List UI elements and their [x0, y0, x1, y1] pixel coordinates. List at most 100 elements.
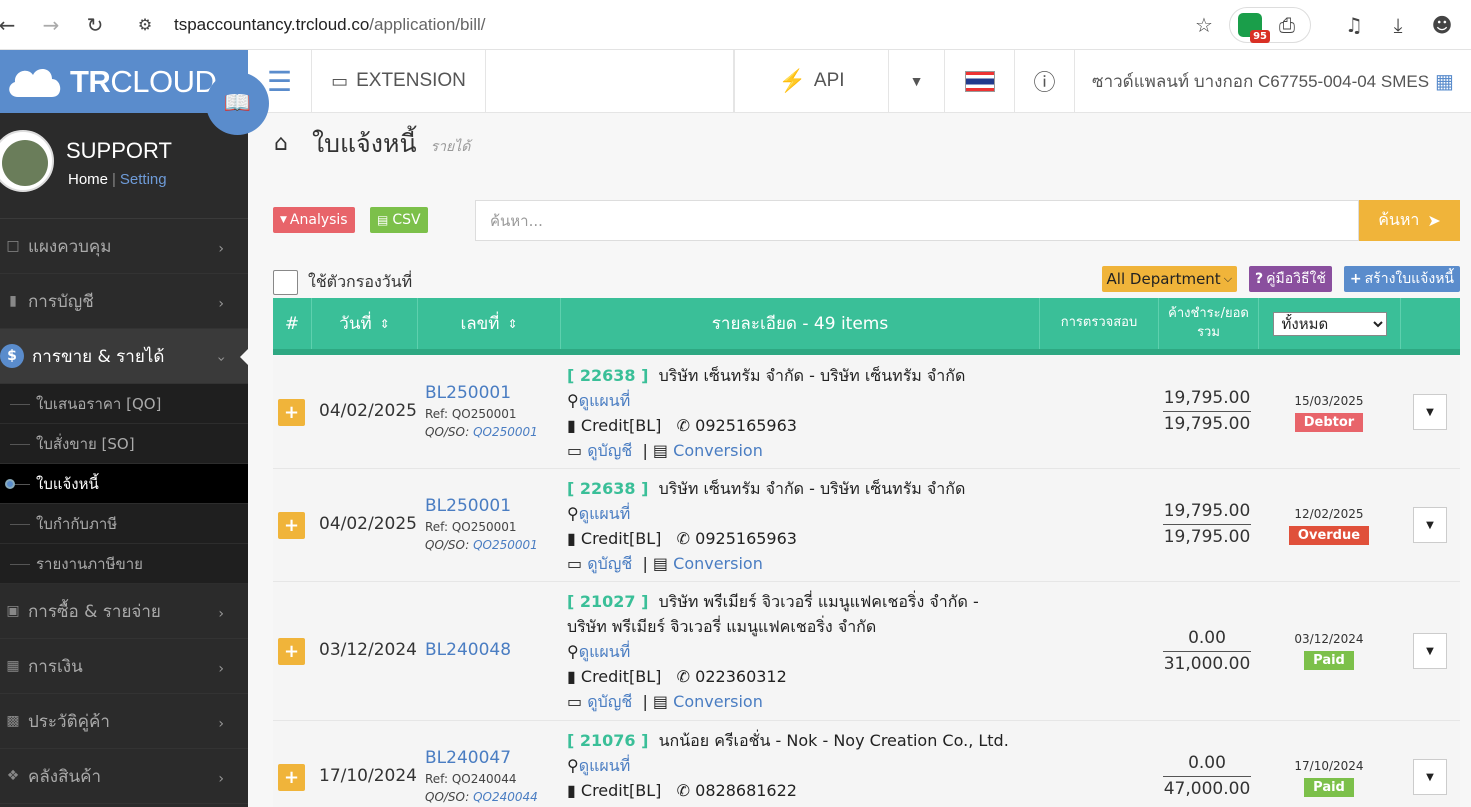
setting-link[interactable]: Setting: [120, 171, 167, 188]
status-filter-select[interactable]: ทั้งหมด: [1272, 311, 1387, 336]
col-num: #: [273, 298, 312, 349]
row-detail: [ 21027 ] บริษัท พรีเมียร์ จิวเวอรี่ แมน…: [567, 592, 979, 711]
department-dropdown[interactable]: All Department ⌵: [1101, 266, 1238, 292]
chevron-down-icon: ⌵: [1223, 272, 1233, 285]
sort-icon: ⇕: [507, 316, 518, 331]
row-ref: Ref: QO250001: [425, 407, 517, 421]
account-link[interactable]: ดูบัญชี: [587, 441, 632, 460]
account-link[interactable]: ดูบัญชี: [587, 554, 632, 573]
row-action-dropdown[interactable]: ▼: [1413, 759, 1447, 795]
book-icon: ▮: [567, 416, 576, 435]
expand-row-button[interactable]: +: [278, 512, 305, 539]
csv-button[interactable]: ▤ CSV: [370, 207, 428, 233]
expand-row-button[interactable]: +: [278, 399, 305, 426]
puzzle-icon[interactable]: ⎙: [1272, 10, 1302, 40]
row-docno[interactable]: BL250001: [425, 496, 511, 516]
submenu-sales-tax-report[interactable]: รายงานภาษีขาย: [0, 544, 248, 584]
menu-accounting[interactable]: ▮ การบัญชี ›: [0, 274, 248, 329]
map-link[interactable]: ดูแผนที่: [579, 756, 631, 775]
home-link[interactable]: Home: [68, 171, 108, 188]
page-header: ⌂ ใบแจ้งหนี้ รายได้: [248, 113, 1471, 174]
qoso-link[interactable]: QO240044: [473, 790, 538, 804]
credit-text: Credit[BL]: [580, 667, 662, 686]
date-filter-checkbox[interactable]: [273, 270, 298, 295]
back-icon[interactable]: ←: [0, 10, 22, 40]
outstanding-amount: 0.00: [1163, 751, 1251, 777]
qoso-link[interactable]: QO250001: [473, 538, 538, 552]
site-settings-icon[interactable]: ⚙: [130, 10, 160, 40]
row-action-dropdown[interactable]: ▼: [1413, 633, 1447, 669]
address-bar[interactable]: tspaccountancy.trcloud.co/application/bi…: [174, 15, 486, 35]
conversion-link[interactable]: Conversion: [673, 441, 763, 460]
menu-dashboard[interactable]: □ แผงควบคุม ›: [0, 219, 248, 274]
submenu-invoice[interactable]: ใบแจ้งหนี้: [0, 464, 248, 504]
extension-icon[interactable]: 95: [1238, 13, 1270, 43]
menu-inventory[interactable]: ❖ คลังสินค้า ›: [0, 749, 248, 804]
expand-row-button[interactable]: +: [278, 764, 305, 791]
page-title: ใบแจ้งหนี้: [311, 128, 417, 158]
company-selector[interactable]: ซาวด์แพลนท์ บางกอก C67755-004-04 SMES ▦: [1075, 50, 1471, 112]
csv-label: CSV: [392, 212, 421, 228]
account-link[interactable]: ดูบัญชี: [587, 692, 632, 711]
submenu-quotation[interactable]: ใบเสนอราคา [QO]: [0, 384, 248, 424]
row-docno[interactable]: BL240047: [425, 748, 511, 768]
expand-row-button[interactable]: +: [278, 638, 305, 665]
api-button[interactable]: ⚡ API: [734, 50, 889, 112]
submenu-sales-order[interactable]: ใบสั่งขาย [SO]: [0, 424, 248, 464]
customer-code[interactable]: [ 22638 ]: [567, 479, 648, 498]
extension-button[interactable]: ▭ EXTENSION: [312, 50, 486, 112]
qoso-link[interactable]: QO250001: [473, 425, 538, 439]
forward-icon[interactable]: →: [36, 10, 66, 40]
monitor-icon: ▭: [567, 554, 583, 573]
home-icon[interactable]: ⌂: [274, 131, 288, 156]
row-detail: [ 22638 ] บริษัท เซ็นทรัม จำกัด - บริษัท…: [567, 366, 966, 460]
row-docno[interactable]: BL250001: [425, 383, 511, 403]
conversion-link[interactable]: Conversion: [673, 554, 763, 573]
book-icon: ▮: [567, 529, 576, 548]
col-docno[interactable]: เลขที่ ⇕: [418, 298, 561, 349]
language-flag[interactable]: [945, 50, 1015, 112]
download-icon[interactable]: ⤓: [1383, 10, 1413, 40]
analysis-button[interactable]: ▼ Analysis: [273, 207, 355, 233]
create-label: สร้างใบแจ้งหนี้: [1364, 271, 1454, 287]
search-input[interactable]: [475, 200, 1359, 241]
map-link[interactable]: ดูแผนที่: [579, 642, 631, 661]
conversion-link[interactable]: Conversion: [673, 692, 763, 711]
chevron-down-icon: ›: [213, 356, 230, 362]
book-icon[interactable]: 📖: [206, 72, 269, 135]
reload-icon[interactable]: ↻: [80, 10, 110, 40]
table-body: + 04/02/2025 BL250001 Ref: QO250001 QO/S…: [273, 356, 1460, 807]
col-date[interactable]: วันที่ ⇕: [312, 298, 418, 349]
manual-button[interactable]: ? คู่มือวิธีใช้: [1249, 266, 1332, 292]
menu-sales-income[interactable]: $ การขาย & รายได้ ›: [0, 329, 248, 384]
link-separator: |: [112, 171, 116, 188]
caret-down-icon[interactable]: ▼: [889, 50, 945, 112]
customer-code[interactable]: [ 21027 ]: [567, 592, 648, 611]
customer-code[interactable]: [ 22638 ]: [567, 366, 648, 385]
create-invoice-button[interactable]: + สร้างใบแจ้งหนี้: [1343, 266, 1460, 292]
profile-avatar-icon[interactable]: ☻: [1427, 10, 1457, 40]
row-amount: 19,795.00 19,795.00: [1163, 499, 1251, 549]
help-icon[interactable]: ⓘ: [1015, 50, 1075, 112]
media-icon[interactable]: ♫: [1339, 10, 1369, 40]
bookmark-star-icon[interactable]: ☆: [1189, 10, 1219, 40]
menu-partner-history[interactable]: ▩ ประวัติคู่ค้า ›: [0, 694, 248, 749]
row-docno[interactable]: BL240048: [425, 640, 511, 660]
search-button[interactable]: ค้นหา ➤: [1359, 200, 1460, 241]
customer-code[interactable]: [ 21076 ]: [567, 731, 648, 750]
row-action-dropdown[interactable]: ▼: [1413, 507, 1447, 543]
menu-label: ประวัติคู่ค้า: [28, 711, 110, 732]
submenu-tax-invoice[interactable]: ใบกำกับภาษี: [0, 504, 248, 544]
department-label: All Department: [1106, 270, 1221, 288]
menu-purchase-expense[interactable]: ▣ การซื้อ & รายจ่าย ›: [0, 584, 248, 639]
monitor-icon: ▭: [331, 70, 349, 91]
total-amount: 31,000.00: [1163, 654, 1251, 674]
map-link[interactable]: ดูแผนที่: [579, 391, 631, 410]
avatar[interactable]: [0, 130, 54, 192]
row-action-dropdown[interactable]: ▼: [1413, 394, 1447, 430]
status-badge: Overdue: [1288, 526, 1370, 545]
cloud-icon: [9, 68, 61, 97]
map-link[interactable]: ดูแผนที่: [579, 504, 631, 523]
list-icon: ▤: [652, 441, 669, 460]
menu-finance[interactable]: ▦ การเงิน ›: [0, 639, 248, 694]
